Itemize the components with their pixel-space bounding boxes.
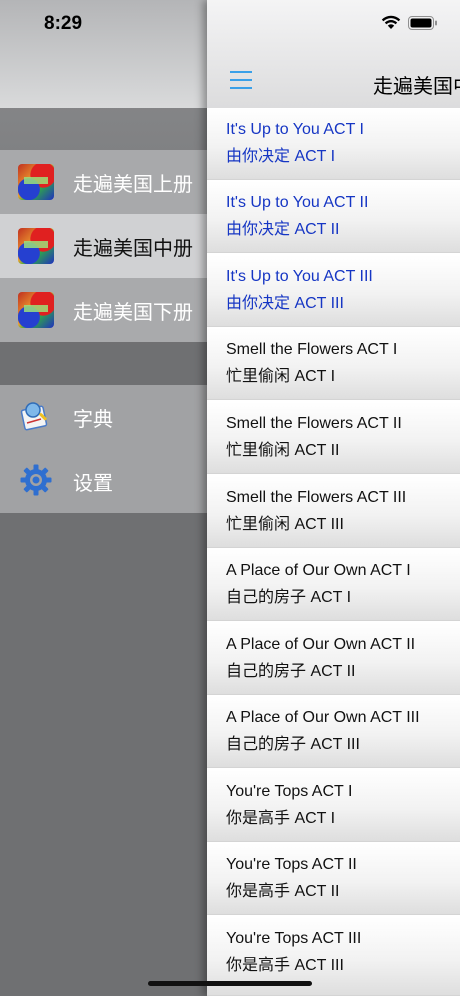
lesson-title-en: Smell the Flowers ACT I (226, 341, 398, 358)
lesson-list-item[interactable]: A Place of Our Own ACT I 自己的房子 ACT I (207, 549, 460, 621)
dictionary-icon (20, 402, 48, 431)
lesson-list-item[interactable]: Smell the Flowers ACT II 忙里偷闲 ACT II (207, 402, 460, 474)
lesson-list-item[interactable]: You're Tops ACT II 你是高手 ACT II (207, 843, 460, 915)
hamburger-menu-icon[interactable] (230, 71, 252, 89)
lesson-title-en: You're Tops ACT III (226, 930, 362, 947)
lesson-title-en: Smell the Flowers ACT II (226, 415, 402, 432)
lesson-title-cn: 自己的房子 ACT I (226, 589, 352, 606)
status-icons (381, 15, 438, 30)
lesson-title-en: A Place of Our Own ACT I (226, 562, 411, 579)
drawer-item-book-3[interactable]: 走遍美国下册 (0, 278, 207, 342)
drawer-item-book-1[interactable]: 走遍美国上册 (0, 150, 207, 214)
home-indicator[interactable] (148, 981, 312, 986)
battery-icon (408, 15, 437, 30)
lesson-list-item[interactable]: It's Up to You ACT III 由你决定 ACT III (207, 255, 460, 327)
lesson-title-en: It's Up to You ACT III (226, 268, 373, 285)
lesson-title-cn: 你是高手 ACT I (226, 810, 336, 827)
drawer-item-dictionary[interactable]: 字典 (0, 385, 207, 449)
lesson-title-en: Smell the Flowers ACT III (226, 489, 407, 506)
book-cover-icon (18, 164, 54, 200)
lesson-list-item[interactable]: A Place of Our Own ACT II 自己的房子 ACT II (207, 623, 460, 695)
lesson-title-cn: 由你决定 ACT III (226, 295, 344, 312)
lesson-list-item[interactable]: A Place of Our Own ACT III 自己的房子 ACT III (207, 696, 460, 768)
lesson-title-cn: 由你决定 ACT II (226, 221, 340, 238)
content-panel: 走遍美国中 It's Up to You ACT I 由你决定 ACT I It… (207, 0, 460, 996)
navigation-bar: 走遍美国中 (207, 0, 460, 108)
gear-icon (20, 464, 52, 496)
lesson-title-cn: 忙里偷闲 ACT I (226, 368, 336, 385)
drawer-item-settings[interactable]: 设置 (0, 449, 207, 513)
wifi-icon (381, 15, 401, 29)
lesson-title-en: A Place of Our Own ACT III (226, 709, 420, 726)
lesson-title-cn: 忙里偷闲 ACT II (226, 442, 340, 459)
lesson-title-cn: 你是高手 ACT III (226, 957, 344, 974)
lesson-title-en: It's Up to You ACT I (226, 121, 364, 138)
drawer-item-label: 字典 (73, 409, 113, 431)
drawer-item-label: 走遍美国下册 (73, 302, 193, 324)
drawer-item-book-2[interactable]: 走遍美国中册 (0, 214, 207, 278)
drawer-header: 8:29 (0, 0, 207, 108)
page-title: 走遍美国中 (373, 76, 460, 98)
status-time: 8:29 (44, 13, 83, 34)
lesson-title-en: It's Up to You ACT II (226, 194, 369, 211)
drawer-item-label: 走遍美国上册 (73, 174, 193, 196)
book-cover-icon (18, 292, 54, 328)
lesson-title-cn: 你是高手 ACT II (226, 883, 340, 900)
lesson-list-item[interactable]: It's Up to You ACT II 由你决定 ACT II (207, 181, 460, 253)
lesson-list-item[interactable]: Smell the Flowers ACT III 忙里偷闲 ACT III (207, 476, 460, 548)
lesson-title-cn: 忙里偷闲 ACT III (226, 516, 344, 533)
lesson-title-en: You're Tops ACT I (226, 783, 353, 800)
lesson-list-item[interactable]: You're Tops ACT I 你是高手 ACT I (207, 770, 460, 842)
drawer-item-label: 设置 (73, 473, 113, 495)
lesson-title-en: A Place of Our Own ACT II (226, 636, 416, 653)
book-cover-icon (18, 228, 54, 264)
lesson-title-cn: 自己的房子 ACT II (226, 663, 356, 680)
lesson-title-cn: 自己的房子 ACT III (226, 736, 360, 753)
lesson-title-cn: 由你决定 ACT I (226, 148, 336, 165)
lesson-title-en: You're Tops ACT II (226, 856, 357, 873)
drawer-item-label: 走遍美国中册 (73, 238, 193, 260)
lesson-list-item[interactable]: Smell the Flowers ACT I 忙里偷闲 ACT I (207, 328, 460, 400)
side-drawer: 8:29 走遍美国上册 走遍美国中册 走遍美国下册 字典 设置 (0, 0, 207, 996)
lesson-list-item[interactable]: It's Up to You ACT I 由你决定 ACT I (207, 108, 460, 180)
